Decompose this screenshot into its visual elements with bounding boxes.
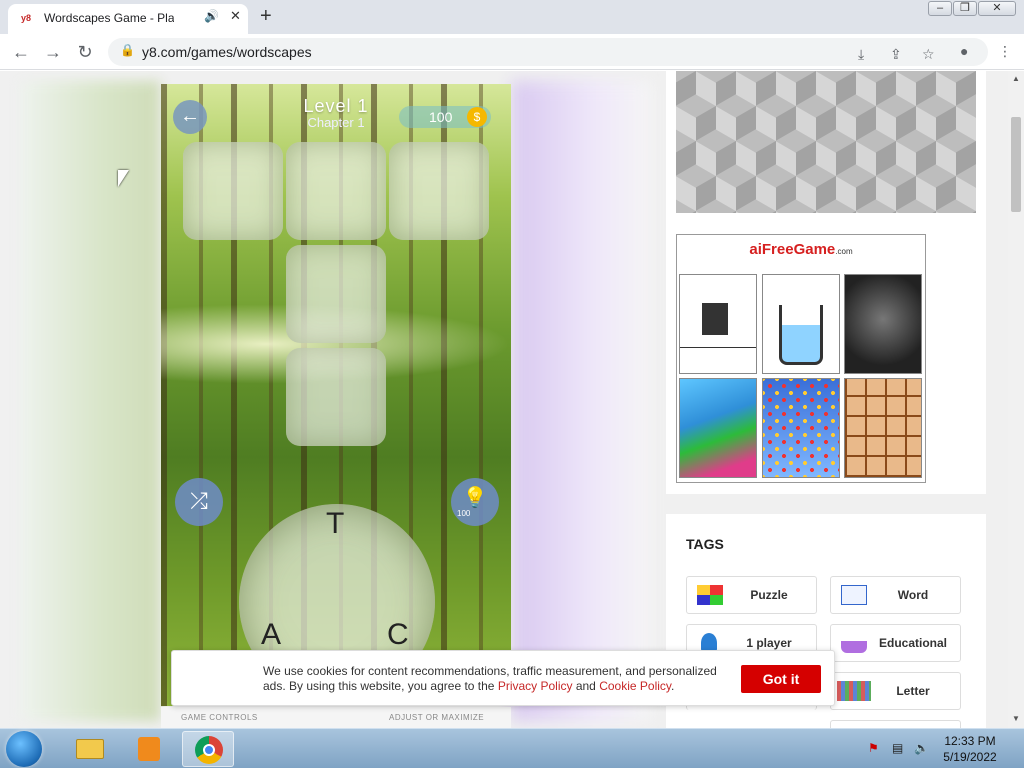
- restore-button[interactable]: ❐: [953, 1, 977, 16]
- close-window-button[interactable]: ✕: [978, 1, 1016, 16]
- tag-partial[interactable]: [830, 720, 961, 728]
- profile-avatar-icon[interactable]: ●: [960, 43, 968, 59]
- privacy-policy-link[interactable]: Privacy Policy: [498, 679, 573, 693]
- cookie-period: .: [671, 679, 675, 693]
- tag-label: Word: [897, 588, 929, 602]
- close-tab-icon[interactable]: ✕: [230, 8, 241, 24]
- file-explorer-icon[interactable]: [66, 731, 114, 767]
- game-controls-label: GAME CONTROLS: [181, 713, 258, 722]
- tag-label: Letter: [896, 684, 930, 698]
- speaker-icon[interactable]: 🔊: [204, 9, 219, 23]
- new-tab-button[interactable]: +: [260, 4, 272, 28]
- got-it-button[interactable]: Got it: [741, 665, 821, 693]
- ad-thumb-slime[interactable]: [679, 378, 757, 478]
- word-tile: [286, 348, 386, 446]
- tag-label: Educational: [878, 636, 947, 650]
- tag-word[interactable]: Word: [830, 576, 961, 614]
- tag-label: Puzzle: [750, 588, 788, 602]
- tab-title: Wordscapes Game - Play on: [44, 11, 174, 25]
- install-icon[interactable]: ⤓: [858, 46, 864, 63]
- dinosaur-icon: [702, 303, 728, 335]
- forward-arrow-icon[interactable]: →: [38, 34, 68, 70]
- hint-lightbulb-icon[interactable]: 💡: [451, 478, 499, 526]
- back-arrow-icon[interactable]: ←: [6, 34, 36, 70]
- ground-line: [680, 347, 756, 348]
- tag-label: 1 player: [746, 636, 792, 650]
- glass-icon: [779, 305, 823, 365]
- coin-count: 100: [429, 109, 453, 125]
- word-tile: [286, 142, 386, 240]
- word-tile: [183, 142, 283, 240]
- cookie-message: We use cookies for content recommendatio…: [263, 664, 733, 694]
- browser-tab-strip: y8 Wordscapes Game - Play on 🔊 ✕ + – ❐ ✕: [0, 0, 1024, 34]
- lock-icon[interactable]: 🔒: [120, 43, 135, 57]
- y8-favicon-icon: y8: [21, 13, 32, 23]
- browser-tab[interactable]: y8 Wordscapes Game - Play on 🔊 ✕: [8, 4, 248, 34]
- volume-icon[interactable]: 🔈: [914, 741, 929, 755]
- windows-taskbar: ⚑ ▤ 🔈 12:33 PM 5/19/2022: [0, 728, 1024, 768]
- adjust-maximize-label: ADJUST OR MAXIMIZE: [389, 713, 485, 722]
- clock-date[interactable]: 5/19/2022: [940, 750, 1000, 764]
- ad-thumb-wood-block[interactable]: [844, 378, 922, 478]
- bookmark-star-icon[interactable]: ☆: [922, 46, 935, 63]
- ad-logo-text: aiFreeGame: [749, 241, 836, 258]
- tag-puzzle[interactable]: Puzzle: [686, 576, 817, 614]
- ad-thumb-bubble-shooter[interactable]: [762, 378, 840, 478]
- page-scrollbar[interactable]: ▲ ▼: [1008, 71, 1024, 728]
- reload-icon[interactable]: ↻: [70, 34, 100, 70]
- coin-counter: 100 $: [399, 106, 491, 128]
- aifreegame-ad[interactable]: aiFreeGame.com: [676, 234, 926, 483]
- network-icon[interactable]: ▤: [892, 741, 903, 755]
- tag-educational[interactable]: Educational: [830, 624, 961, 662]
- letter-a[interactable]: A: [261, 618, 281, 652]
- scroll-down-arrow-icon[interactable]: ▼: [1008, 711, 1024, 727]
- ad-logo-domain: .com: [835, 247, 853, 256]
- ad-thumb-happy-glass[interactable]: [762, 274, 840, 374]
- game-background-blur-right: [512, 81, 652, 721]
- share-icon[interactable]: ⇪: [890, 46, 902, 63]
- ad-pattern-banner[interactable]: [676, 71, 976, 213]
- clock-time[interactable]: 12:33 PM: [940, 734, 1000, 748]
- cookie-banner: We use cookies for content recommendatio…: [171, 650, 835, 706]
- media-player-icon[interactable]: [124, 731, 172, 767]
- scroll-up-arrow-icon[interactable]: ▲: [1008, 71, 1024, 87]
- educational-icon: [841, 633, 867, 653]
- url-text[interactable]: y8.com/games/wordscapes: [142, 44, 312, 60]
- game-controls-bar: GAME CONTROLS ADJUST OR MAXIMIZE: [161, 707, 511, 728]
- hint-cost: 100: [457, 509, 471, 518]
- letter-t[interactable]: T: [326, 507, 344, 541]
- word-icon: [841, 585, 867, 605]
- coin-icon: $: [467, 107, 487, 127]
- web-page: ← Level 1 Chapter 1 100 $ ⤮ 💡 100 T A C …: [0, 71, 1008, 728]
- word-tile: [389, 142, 489, 240]
- shuffle-icon[interactable]: ⤮: [175, 478, 223, 526]
- ad-thumb-dino[interactable]: [679, 274, 757, 374]
- cookie-and-text: and: [572, 679, 600, 693]
- start-button-icon[interactable]: [6, 731, 42, 767]
- game-background-blur-left: [20, 81, 160, 721]
- address-bar[interactable]: 🔒 y8.com/games/wordscapes ⤓ ⇪ ☆: [108, 38, 988, 66]
- minimize-button[interactable]: –: [928, 1, 952, 16]
- mouse-cursor: [118, 170, 129, 187]
- ad-thumb-granny[interactable]: [844, 274, 922, 374]
- tags-title: TAGS: [686, 536, 724, 552]
- scroll-thumb[interactable]: [1011, 117, 1021, 212]
- menu-kebab-icon[interactable]: ⋮: [998, 43, 1012, 60]
- tag-letter[interactable]: Letter: [830, 672, 961, 710]
- action-center-flag-icon[interactable]: ⚑: [868, 741, 879, 755]
- chrome-taskbar-icon[interactable]: [182, 731, 234, 767]
- word-tile: [286, 245, 386, 343]
- game-canvas[interactable]: ← Level 1 Chapter 1 100 $ ⤮ 💡 100 T A C: [161, 84, 511, 706]
- puzzle-icon: [697, 585, 723, 605]
- browser-toolbar: ← → ↻ 🔒 y8.com/games/wordscapes ⤓ ⇪ ☆ ● …: [0, 34, 1024, 70]
- cookie-policy-link[interactable]: Cookie Policy: [599, 679, 671, 693]
- letter-c[interactable]: C: [387, 618, 409, 652]
- aifreegame-logo: aiFreeGame.com: [677, 241, 925, 258]
- letter-icon: [837, 681, 871, 701]
